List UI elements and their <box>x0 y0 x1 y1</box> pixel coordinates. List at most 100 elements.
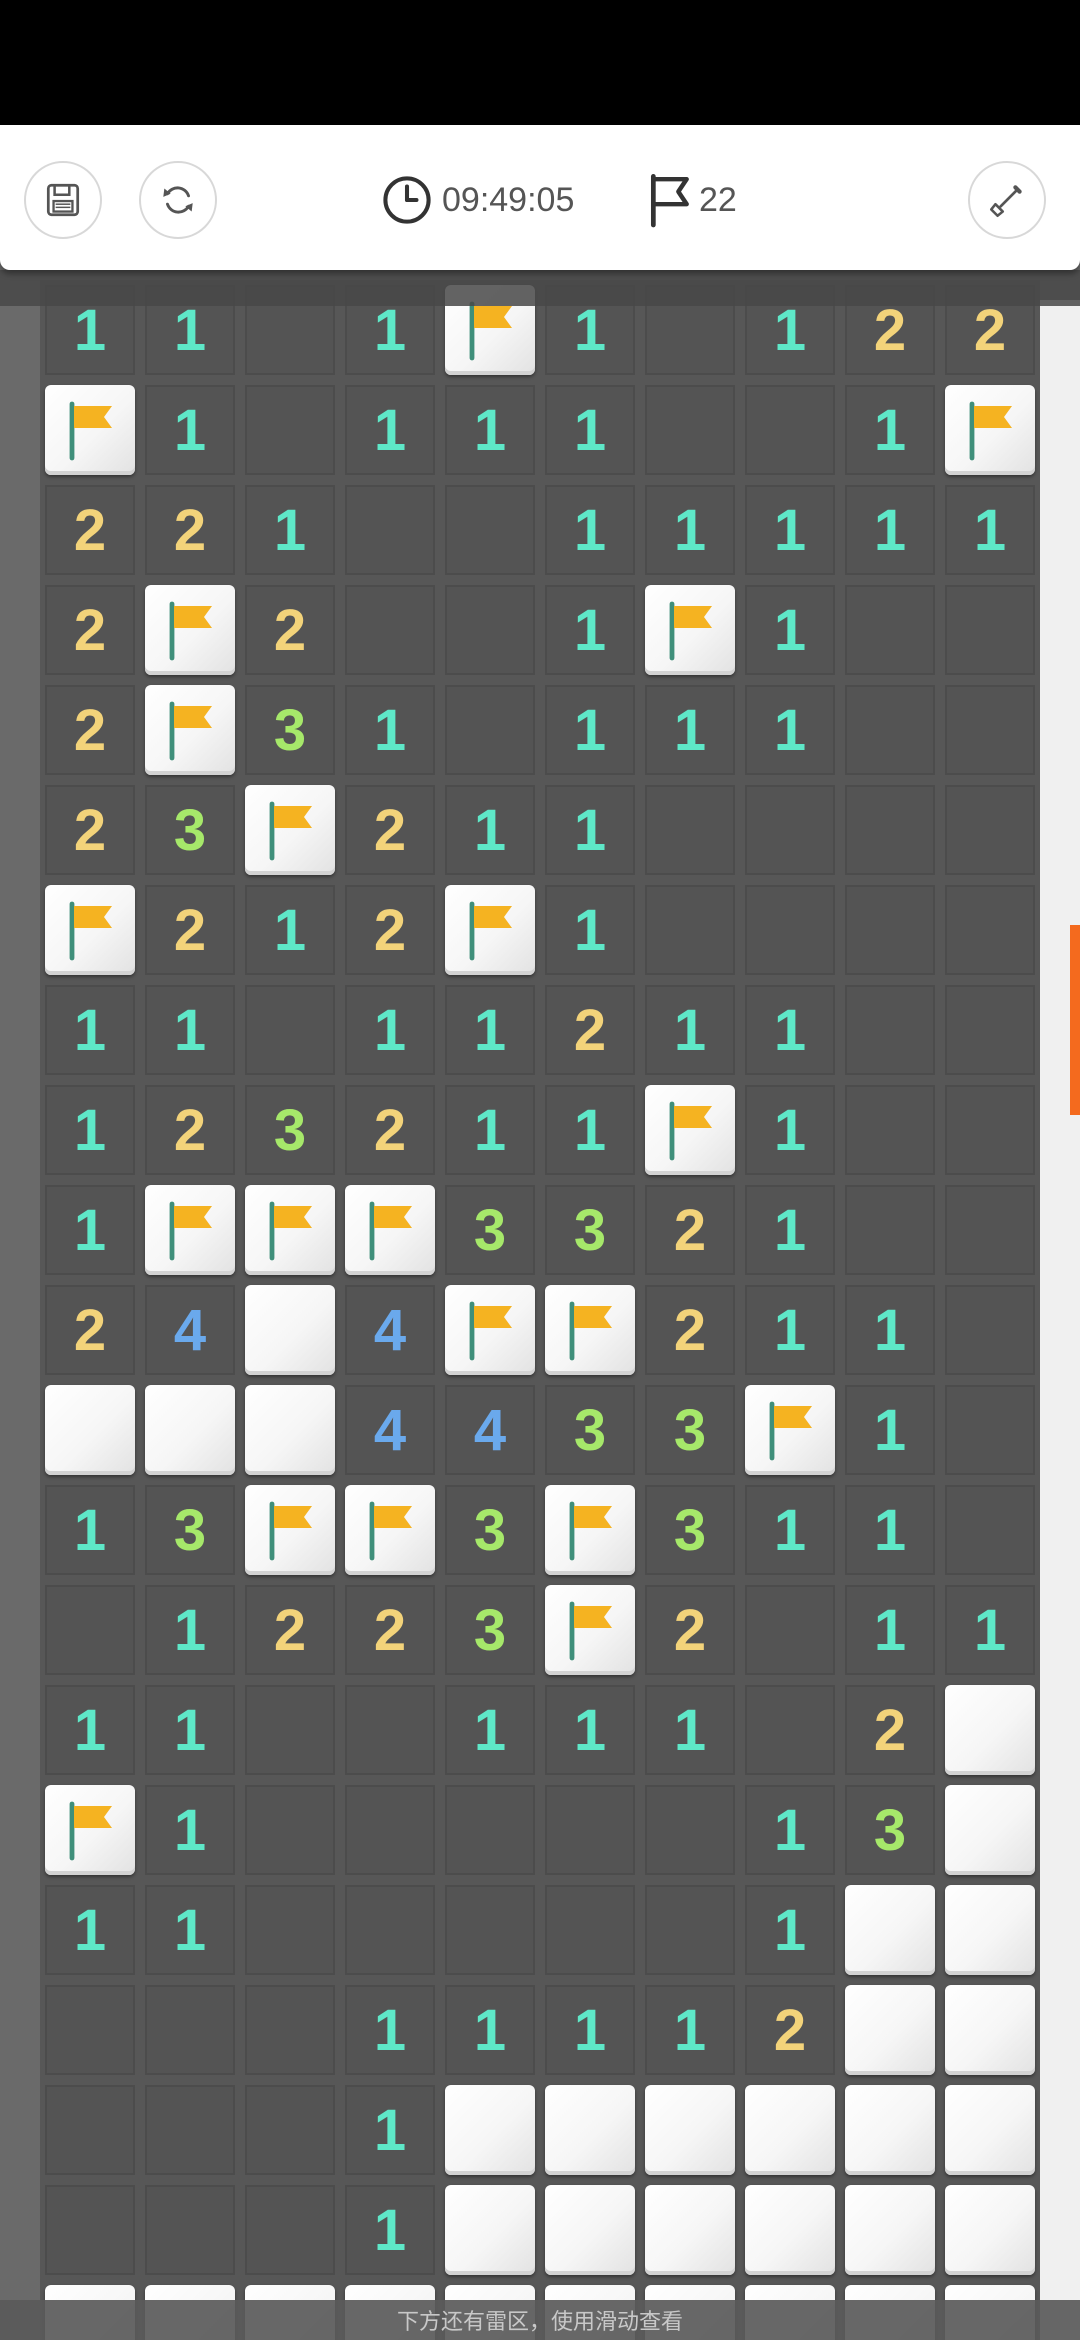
unrevealed-cell[interactable] <box>540 2180 640 2280</box>
unrevealed-cell[interactable] <box>640 2080 740 2180</box>
flagged-cell[interactable] <box>140 680 240 780</box>
empty-cell[interactable] <box>240 380 340 480</box>
empty-cell[interactable] <box>40 2080 140 2180</box>
flagged-cell[interactable] <box>740 1380 840 1480</box>
flagged-cell[interactable] <box>40 880 140 980</box>
empty-cell[interactable] <box>340 1880 440 1980</box>
number-cell[interactable]: 2 <box>40 480 140 580</box>
empty-cell[interactable] <box>40 2180 140 2280</box>
number-cell[interactable]: 1 <box>640 1680 740 1780</box>
number-cell[interactable]: 4 <box>340 1280 440 1380</box>
number-cell[interactable]: 3 <box>540 1380 640 1480</box>
empty-cell[interactable] <box>840 980 940 1080</box>
unrevealed-cell[interactable] <box>240 1280 340 1380</box>
number-cell[interactable]: 3 <box>840 1780 940 1880</box>
empty-cell[interactable] <box>840 580 940 680</box>
unrevealed-cell[interactable] <box>140 1380 240 1480</box>
empty-cell[interactable] <box>740 880 840 980</box>
empty-cell[interactable] <box>740 1680 840 1780</box>
empty-cell[interactable] <box>640 380 740 480</box>
number-cell[interactable]: 1 <box>340 980 440 1080</box>
number-cell[interactable]: 3 <box>440 1180 540 1280</box>
number-cell[interactable]: 1 <box>540 480 640 580</box>
empty-cell[interactable] <box>140 2180 240 2280</box>
number-cell[interactable]: 2 <box>40 680 140 780</box>
number-cell[interactable]: 1 <box>40 980 140 1080</box>
number-cell[interactable]: 3 <box>240 1080 340 1180</box>
unrevealed-cell[interactable] <box>940 2080 1040 2180</box>
flagged-cell[interactable] <box>40 1780 140 1880</box>
flagged-cell[interactable] <box>640 580 740 680</box>
number-cell[interactable]: 4 <box>440 1380 540 1480</box>
unrevealed-cell[interactable] <box>740 2080 840 2180</box>
empty-cell[interactable] <box>940 1180 1040 1280</box>
empty-cell[interactable] <box>640 880 740 980</box>
empty-cell[interactable] <box>840 780 940 880</box>
unrevealed-cell[interactable] <box>840 1880 940 1980</box>
unrevealed-cell[interactable] <box>940 2180 1040 2280</box>
empty-cell[interactable] <box>40 1580 140 1680</box>
empty-cell[interactable] <box>240 980 340 1080</box>
number-cell[interactable]: 1 <box>540 1980 640 2080</box>
empty-cell[interactable] <box>840 1180 940 1280</box>
number-cell[interactable]: 1 <box>140 1680 240 1780</box>
unrevealed-cell[interactable] <box>440 2180 540 2280</box>
number-cell[interactable]: 1 <box>740 580 840 680</box>
number-cell[interactable]: 2 <box>340 1080 440 1180</box>
flagged-cell[interactable] <box>540 1280 640 1380</box>
number-cell[interactable]: 1 <box>140 1880 240 1980</box>
number-cell[interactable]: 1 <box>640 480 740 580</box>
number-cell[interactable]: 2 <box>140 880 240 980</box>
number-cell[interactable]: 1 <box>740 1880 840 1980</box>
number-cell[interactable]: 2 <box>340 1580 440 1680</box>
number-cell[interactable]: 2 <box>540 980 640 1080</box>
number-cell[interactable]: 1 <box>740 1780 840 1880</box>
empty-cell[interactable] <box>640 1780 740 1880</box>
flagged-cell[interactable] <box>540 1580 640 1680</box>
number-cell[interactable]: 1 <box>40 1480 140 1580</box>
number-cell[interactable]: 1 <box>540 780 640 880</box>
empty-cell[interactable] <box>940 780 1040 880</box>
empty-cell[interactable] <box>240 2180 340 2280</box>
empty-cell[interactable] <box>440 480 540 580</box>
unrevealed-cell[interactable] <box>240 1380 340 1480</box>
number-cell[interactable]: 1 <box>140 1780 240 1880</box>
number-cell[interactable]: 2 <box>140 1080 240 1180</box>
number-cell[interactable]: 1 <box>640 1980 740 2080</box>
empty-cell[interactable] <box>340 1780 440 1880</box>
number-cell[interactable]: 1 <box>540 380 640 480</box>
empty-cell[interactable] <box>240 1980 340 2080</box>
number-cell[interactable]: 1 <box>940 480 1040 580</box>
number-cell[interactable]: 1 <box>240 480 340 580</box>
number-cell[interactable]: 2 <box>740 1980 840 2080</box>
empty-cell[interactable] <box>240 1780 340 1880</box>
flagged-cell[interactable] <box>140 580 240 680</box>
number-cell[interactable]: 4 <box>340 1380 440 1480</box>
number-cell[interactable]: 1 <box>340 2180 440 2280</box>
number-cell[interactable]: 2 <box>40 580 140 680</box>
restart-button[interactable] <box>139 161 217 239</box>
empty-cell[interactable] <box>440 1880 540 1980</box>
unrevealed-cell[interactable] <box>40 1380 140 1480</box>
number-cell[interactable]: 2 <box>240 580 340 680</box>
scroll-indicator[interactable] <box>1070 925 1080 1115</box>
empty-cell[interactable] <box>940 1480 1040 1580</box>
number-cell[interactable]: 1 <box>840 380 940 480</box>
unrevealed-cell[interactable] <box>940 1880 1040 1980</box>
unrevealed-cell[interactable] <box>940 1780 1040 1880</box>
number-cell[interactable]: 1 <box>40 1880 140 1980</box>
number-cell[interactable]: 1 <box>840 1380 940 1480</box>
empty-cell[interactable] <box>740 380 840 480</box>
number-cell[interactable]: 1 <box>340 1980 440 2080</box>
unrevealed-cell[interactable] <box>840 1980 940 2080</box>
number-cell[interactable]: 2 <box>640 1580 740 1680</box>
number-cell[interactable]: 1 <box>740 1180 840 1280</box>
number-cell[interactable]: 1 <box>340 2080 440 2180</box>
dig-tool-button[interactable] <box>968 161 1046 239</box>
empty-cell[interactable] <box>840 680 940 780</box>
number-cell[interactable]: 1 <box>140 980 240 1080</box>
save-button[interactable] <box>24 161 102 239</box>
empty-cell[interactable] <box>940 1280 1040 1380</box>
unrevealed-cell[interactable] <box>640 2180 740 2280</box>
flagged-cell[interactable] <box>440 1280 540 1380</box>
